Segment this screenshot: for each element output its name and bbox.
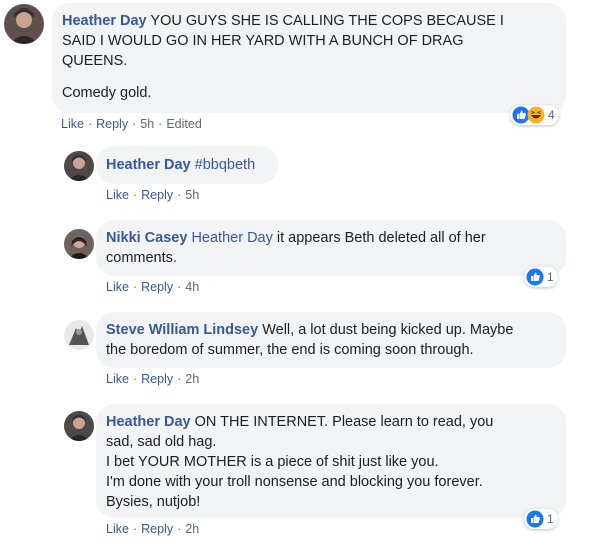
- avatar-nikki-casey[interactable]: [64, 229, 94, 259]
- reaction-count: 1: [547, 512, 554, 526]
- comment-bubble-5: Heather Day ON THE INTERNET. Please lear…: [96, 404, 566, 518]
- comment-actions: Like · Reply · 5h · Edited: [61, 117, 202, 131]
- reply-button[interactable]: Reply: [141, 372, 173, 386]
- comment-actions: Like · Reply · 2h: [106, 522, 200, 536]
- comment-actions: Like · Reply · 4h: [106, 280, 200, 294]
- comment-text: sad, sad old hag.: [106, 434, 217, 450]
- comment-text: the boredom of summer, the end is coming…: [106, 342, 474, 358]
- comment-text: it appears Beth deleted all of her: [276, 230, 486, 246]
- like-button[interactable]: Like: [106, 372, 129, 386]
- comment-actions: Like · Reply · 2h: [106, 372, 200, 386]
- haha-reaction-icon: [527, 106, 545, 124]
- timestamp[interactable]: 4h: [185, 280, 199, 294]
- reaction-summary[interactable]: 4: [510, 105, 559, 125]
- comment-author[interactable]: Heather Day: [106, 414, 191, 430]
- timestamp[interactable]: 2h: [185, 522, 199, 536]
- timestamp[interactable]: 5h: [185, 188, 199, 202]
- comment-text: SAID I WOULD GO IN HER YARD WITH A BUNCH…: [62, 33, 464, 49]
- comment-text: QUEENS.: [62, 53, 128, 69]
- avatar-heather-day[interactable]: [64, 151, 94, 181]
- like-button[interactable]: Like: [106, 188, 129, 202]
- reply-button[interactable]: Reply: [96, 117, 128, 131]
- reaction-count: 1: [547, 270, 554, 284]
- like-button[interactable]: Like: [106, 280, 129, 294]
- avatar-heather-day[interactable]: [64, 411, 94, 441]
- reply-button[interactable]: Reply: [141, 188, 173, 202]
- comment-bubble-4: Steve William Lindsey Well, a lot dust b…: [96, 312, 566, 368]
- like-reaction-icon: [526, 268, 544, 286]
- comment-text: I'm done with your troll nonsense and bl…: [106, 474, 483, 490]
- avatar-steve-william-lindsey[interactable]: [64, 320, 94, 350]
- hashtag-link[interactable]: #bbqbeth: [195, 157, 255, 173]
- comment-bubble-2: Heather Day #bbqbeth: [96, 146, 278, 184]
- like-reaction-icon: [526, 510, 544, 528]
- avatar-heather-day[interactable]: [4, 4, 44, 44]
- comment-text: Well, a lot dust being kicked up. Maybe: [262, 322, 514, 338]
- comment-actions: Like · Reply · 5h: [106, 188, 200, 202]
- reply-button[interactable]: Reply: [141, 280, 173, 294]
- like-button[interactable]: Like: [61, 117, 84, 131]
- comment-author[interactable]: Heather Day: [62, 13, 147, 29]
- timestamp[interactable]: 5h: [140, 117, 154, 131]
- comment-text: I bet YOUR MOTHER is a piece of shit jus…: [106, 454, 439, 470]
- reaction-summary[interactable]: 1: [524, 267, 558, 287]
- comment-text: comments.: [106, 250, 177, 266]
- comment-text: YOU GUYS SHE IS CALLING THE COPS BECAUSE…: [150, 13, 504, 29]
- edited-label: Edited: [166, 117, 202, 131]
- comment-author[interactable]: Heather Day: [106, 157, 191, 173]
- mention-link[interactable]: Heather Day: [191, 230, 272, 246]
- comment-author[interactable]: Nikki Casey: [106, 230, 187, 246]
- comment-text: Comedy gold.: [62, 85, 152, 101]
- comment-bubble-3: Nikki Casey Heather Day it appears Beth …: [96, 220, 566, 276]
- comment-author[interactable]: Steve William Lindsey: [106, 322, 258, 338]
- comment-text: ON THE INTERNET. Please learn to read, y…: [194, 414, 494, 430]
- reply-button[interactable]: Reply: [141, 522, 173, 536]
- reaction-summary[interactable]: 1: [524, 509, 558, 529]
- like-button[interactable]: Like: [106, 522, 129, 536]
- reaction-count: 4: [548, 108, 555, 122]
- comment-text: Bysies, nutjob!: [106, 494, 201, 510]
- timestamp[interactable]: 2h: [185, 372, 199, 386]
- comment-bubble-1: Heather Day YOU GUYS SHE IS CALLING THE …: [52, 3, 566, 113]
